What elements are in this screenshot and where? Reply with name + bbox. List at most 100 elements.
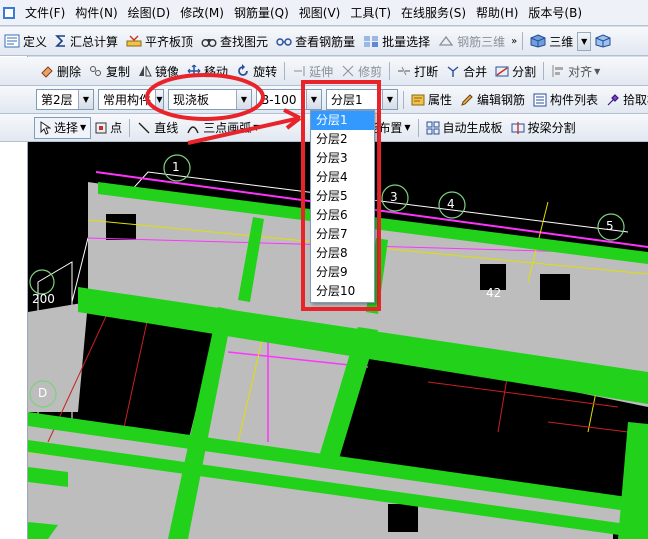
component-type-select-value: 常用构件: [103, 93, 152, 107]
rebar-3d-icon: [438, 35, 454, 46]
axis-label-d: D: [38, 386, 48, 400]
menu-online-service[interactable]: 在线服务(S): [396, 0, 471, 26]
view-rebar-quantity-label: 查看钢筋量: [295, 34, 356, 49]
layer-option-1[interactable]: 分层1: [311, 111, 374, 130]
component-list-button[interactable]: 构件列表: [529, 89, 602, 111]
delete-label: 删除: [57, 64, 82, 79]
layer-option-8[interactable]: 分层8: [311, 244, 374, 263]
merge-button[interactable]: 合并: [442, 60, 491, 82]
batch-select-button[interactable]: 批量选择: [359, 30, 434, 52]
menu-file[interactable]: 文件(F): [20, 0, 70, 26]
layer-option-9[interactable]: 分层9: [311, 263, 374, 282]
batch-select-label: 批量选择: [382, 34, 431, 49]
menu-version[interactable]: 版本号(B): [523, 0, 587, 26]
menu-bar: 文件(F) 构件(N) 绘图(D) 修改(M) 钢筋量(Q) 视图(V) 工具(…: [0, 0, 648, 26]
view-mode-dropdown[interactable]: ▼: [577, 31, 592, 52]
layer-select[interactable]: 分层1 ▼: [326, 89, 398, 110]
properties-icon: [411, 94, 425, 105]
three-point-arc-button[interactable]: 三点画弧 ▼: [182, 117, 263, 139]
auto-slab-icon: [426, 121, 440, 134]
component-name-select[interactable]: B-100 ▼: [256, 89, 322, 110]
line-button[interactable]: 直线: [133, 117, 182, 139]
split-button[interactable]: 分割: [491, 60, 540, 82]
menu-view[interactable]: 视图(V): [294, 0, 346, 26]
floor-select[interactable]: 第2层 ▼: [36, 89, 94, 110]
axis-label-5: 5: [606, 219, 614, 233]
toolbar-separator: [543, 62, 545, 80]
batch-select-icon: [364, 36, 379, 47]
point-button[interactable]: 点: [91, 117, 126, 139]
sum-calc-button[interactable]: 汇总计算: [51, 30, 122, 52]
layer-select-arrow-icon: ▼: [382, 90, 397, 109]
layer-option-10[interactable]: 分层10: [311, 282, 374, 301]
layer-option-2[interactable]: 分层2: [311, 130, 374, 149]
properties-button[interactable]: 属性: [407, 89, 456, 111]
extend-label: 延伸: [309, 64, 334, 79]
move-button[interactable]: 移动: [183, 60, 232, 82]
rotate-button[interactable]: 旋转: [232, 60, 281, 82]
auto-generate-slab-button[interactable]: 自动生成板: [422, 117, 507, 139]
line-icon: [138, 122, 150, 133]
copy-icon: [90, 66, 102, 76]
dimension-text: 200: [32, 292, 55, 306]
break-label: 打断: [414, 64, 439, 79]
align-button[interactable]: 对齐 ▼: [547, 60, 604, 82]
sum-calc-label: 汇总计算: [70, 34, 119, 49]
menu-help[interactable]: 帮助(H): [471, 0, 523, 26]
point-icon: [95, 122, 107, 133]
eraser-icon: [41, 66, 53, 78]
view-mode-button[interactable]: 三维: [526, 30, 577, 52]
menu-rebar-quantity[interactable]: 钢筋量(Q): [229, 0, 294, 26]
opening-number-text: 42: [486, 286, 502, 300]
rebar-3d-button[interactable]: 钢筋三维: [434, 30, 509, 52]
trim-label: 修剪: [358, 64, 383, 79]
delete-button[interactable]: 删除: [36, 60, 85, 82]
find-element-label: 查找图元: [220, 34, 269, 49]
component-type-select-arrow-icon: ▼: [155, 90, 163, 109]
trim-icon: [342, 65, 354, 77]
break-button[interactable]: 打断: [393, 60, 442, 82]
toolbar-separator: [417, 118, 419, 137]
mirror-icon: [139, 65, 152, 77]
extend-button[interactable]: 延伸: [288, 60, 337, 82]
edit-rebar-button[interactable]: 编辑钢筋: [456, 89, 529, 111]
select-button[interactable]: 选择 ▼: [34, 116, 92, 139]
component-select[interactable]: 现浇板 ▼: [168, 89, 252, 110]
define-button[interactable]: 定义: [0, 30, 51, 52]
move-icon: [187, 64, 201, 78]
rebar-3d-label: 钢筋三维: [457, 34, 506, 49]
component-type-select[interactable]: 常用构件 ▼: [98, 89, 164, 110]
eyedropper-icon: [607, 93, 619, 105]
break-icon: [398, 66, 411, 76]
find-element-button[interactable]: 查找图元: [197, 30, 272, 52]
menu-draw[interactable]: 绘图(D): [123, 0, 176, 26]
binoculars-icon: [201, 38, 217, 47]
split-by-beam-button[interactable]: 按梁分割: [507, 117, 580, 139]
trim-button[interactable]: 修剪: [337, 60, 386, 82]
menu-tools[interactable]: 工具(T): [345, 0, 396, 26]
layer-option-6[interactable]: 分层6: [311, 206, 374, 225]
select-dropdown-arrow-icon: ▼: [80, 123, 87, 132]
view-rebar-quantity-button[interactable]: 查看钢筋量: [272, 30, 359, 52]
mirror-button[interactable]: 镜像: [134, 60, 183, 82]
axis-label-4: 4: [447, 197, 455, 211]
properties-label: 属性: [428, 93, 453, 107]
define-label: 定义: [23, 34, 48, 49]
layer-option-7[interactable]: 分层7: [311, 225, 374, 244]
more-tools-chevron-icon[interactable]: »: [509, 30, 519, 52]
edit-toolbar: 删除 复制 镜像 移动 旋转 延伸 修剪 打断 合并 分割 对齐 ▼: [0, 57, 648, 86]
copy-button[interactable]: 复制: [85, 60, 134, 82]
layer-option-4[interactable]: 分层4: [311, 168, 374, 187]
select-label: 选择: [54, 121, 79, 135]
flat-slab-top-label: 平齐板顶: [145, 34, 194, 49]
copy-label: 复制: [106, 64, 131, 79]
view-cube-button[interactable]: [591, 30, 618, 52]
menu-component[interactable]: 构件(N): [70, 0, 122, 26]
layer-option-5[interactable]: 分层5: [311, 187, 374, 206]
layer-option-3[interactable]: 分层3: [311, 149, 374, 168]
pick-component-button[interactable]: 拾取构: [602, 89, 648, 111]
merge-icon: [447, 66, 459, 77]
flat-slab-top-button[interactable]: 平齐板顶: [122, 30, 197, 52]
floor-select-arrow-icon: ▼: [78, 90, 93, 109]
menu-modify[interactable]: 修改(M): [175, 0, 229, 26]
